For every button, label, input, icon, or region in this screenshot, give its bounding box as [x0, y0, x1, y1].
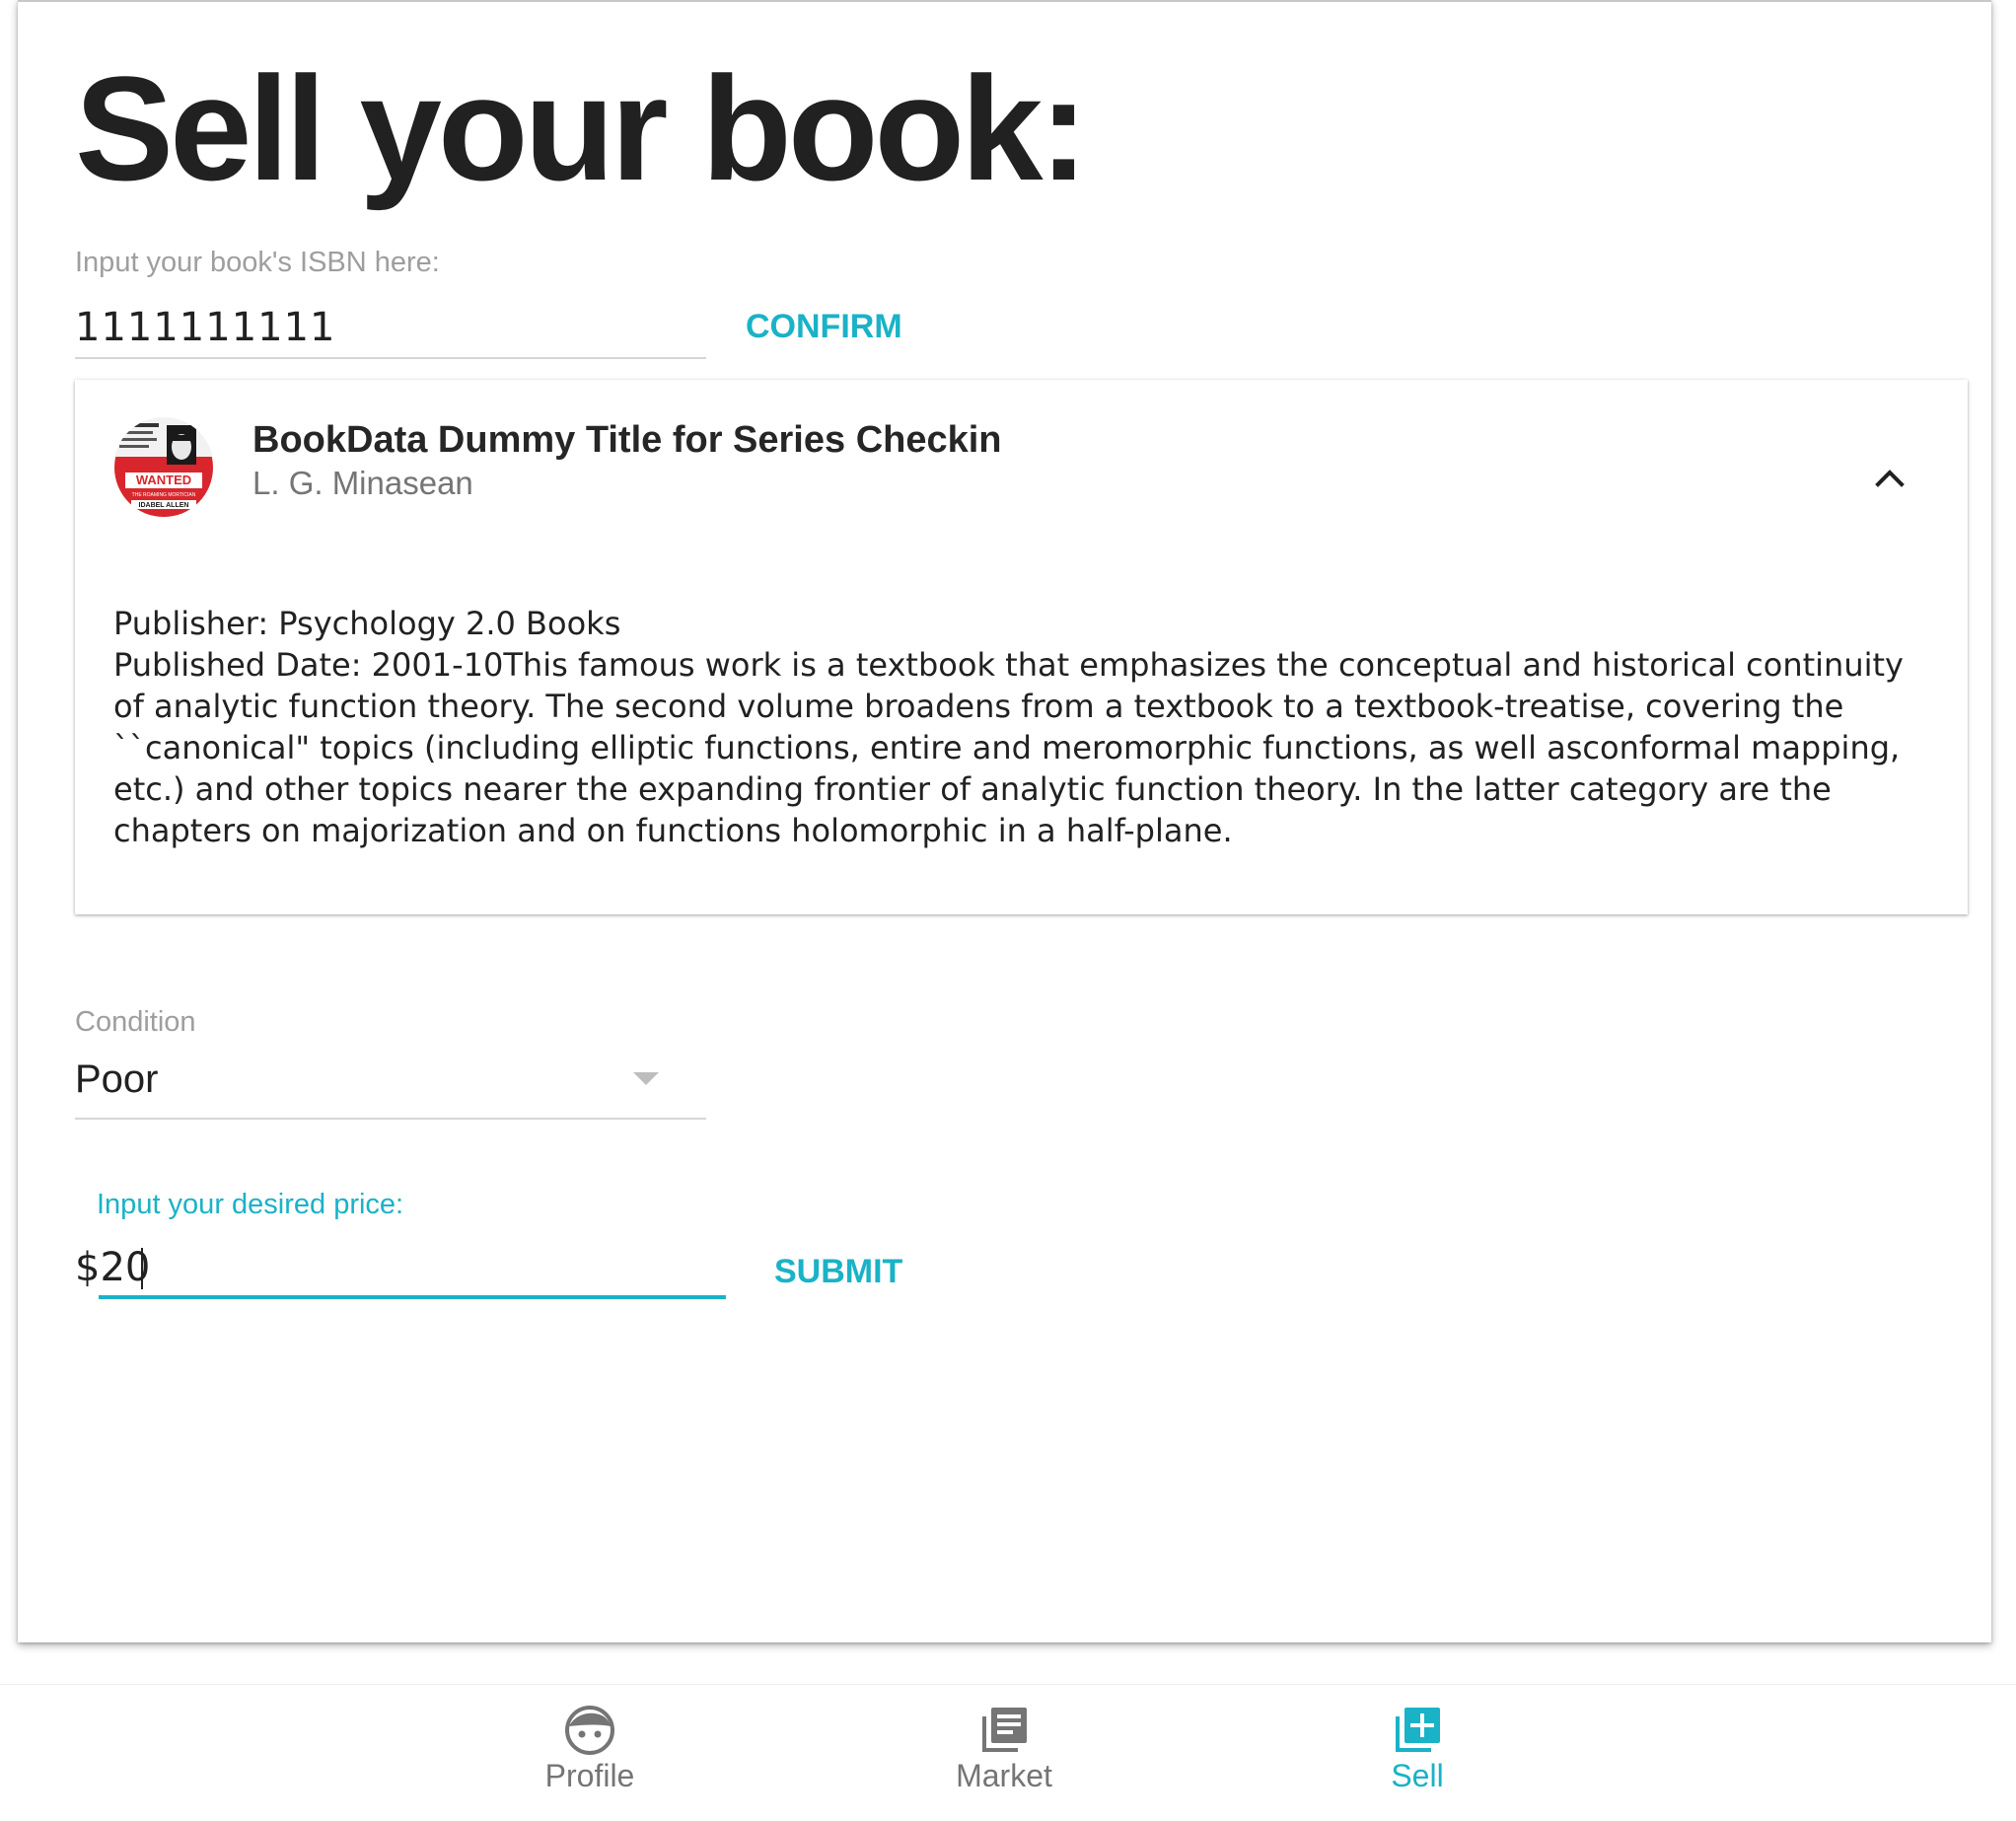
isbn-label: Input your book's ISBN here:	[75, 247, 440, 278]
face-icon	[565, 1706, 614, 1755]
price-label: Input your desired price:	[97, 1189, 404, 1220]
confirm-button[interactable]: CONFIRM	[746, 308, 902, 346]
book-title: BookData Dummy Title for Series Checkin	[252, 419, 1002, 461]
price-input[interactable]	[75, 1240, 726, 1295]
bottom-navigation: Profile Market Sell	[0, 1684, 2016, 1821]
nav-label-profile: Profile	[544, 1758, 635, 1793]
condition-value: Poor	[75, 1057, 159, 1101]
condition-select[interactable]: Poor	[75, 1053, 706, 1120]
collapse-button[interactable]	[1870, 459, 1909, 498]
book-publisher: Publisher: Psychology 2.0 Books	[113, 605, 621, 642]
nav-label-market: Market	[956, 1758, 1052, 1793]
dropdown-arrow-icon	[633, 1072, 659, 1085]
sell-form-card: Sell your book: Input your book's ISBN h…	[18, 0, 1991, 1642]
isbn-input[interactable]	[75, 298, 706, 357]
nav-item-market[interactable]: Market	[905, 1705, 1103, 1813]
page-title: Sell your book:	[75, 45, 1088, 211]
book-details: Publisher: Psychology 2.0 Books Publishe…	[113, 603, 1938, 851]
add-box-icon	[1396, 1708, 1440, 1752]
cover-subtitle-text: THE ROAMING MORTICIAN	[132, 492, 196, 498]
book-description: Published Date: 2001-10This famous work …	[113, 646, 1904, 849]
cover-name-text: IDABEL ALLEN	[139, 502, 189, 509]
sell-page: Sell your book: Input your book's ISBN h…	[0, 0, 2016, 1821]
condition-label: Condition	[75, 1006, 196, 1038]
submit-button[interactable]: SUBMIT	[774, 1253, 902, 1291]
book-cover-image: WANTED THE ROAMING MORTICIAN IDABEL ALLE…	[113, 417, 214, 518]
isbn-field	[75, 298, 706, 359]
nav-label-sell: Sell	[1391, 1758, 1444, 1793]
price-focus-underline	[99, 1295, 726, 1299]
nav-item-profile[interactable]: Profile	[491, 1705, 688, 1813]
cover-wanted-text: WANTED	[136, 473, 191, 487]
book-author: L. G. Minasean	[252, 465, 473, 501]
book-cover-avatar: WANTED THE ROAMING MORTICIAN IDABEL ALLE…	[113, 417, 214, 518]
text-cursor	[141, 1248, 143, 1289]
nav-item-sell[interactable]: Sell	[1319, 1705, 1516, 1813]
book-info-card: WANTED THE ROAMING MORTICIAN IDABEL ALLE…	[75, 380, 1968, 914]
library-books-icon	[982, 1708, 1027, 1752]
price-field	[75, 1240, 726, 1299]
chevron-up-icon	[1875, 470, 1905, 487]
